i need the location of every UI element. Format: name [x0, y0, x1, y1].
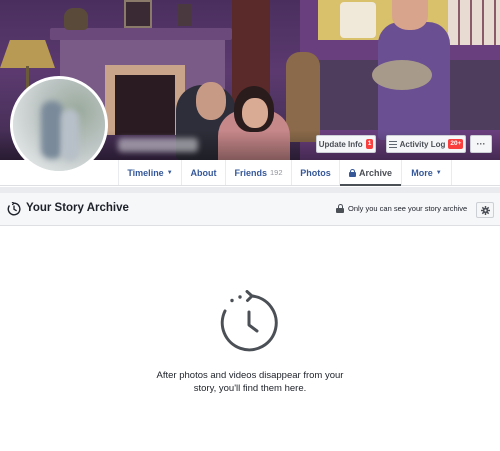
cover-vase	[64, 8, 88, 30]
lock-icon	[336, 204, 344, 213]
cover-poster-figure	[340, 2, 376, 38]
page-title: Your Story Archive	[26, 202, 129, 214]
activity-log-button[interactable]: Activity Log 20+	[386, 135, 466, 153]
update-info-badge: 1	[365, 139, 374, 149]
archive-clock-icon	[220, 290, 278, 352]
friends-count: 192	[270, 168, 283, 177]
tab-archive-label: Archive	[358, 167, 393, 178]
privacy-note: Only you can see your story archive	[336, 204, 467, 213]
story-archive-clock-icon	[7, 202, 21, 216]
lock-icon	[348, 168, 356, 177]
activity-log-label: Activity Log	[399, 139, 446, 149]
cover-lamp	[0, 40, 55, 68]
gear-icon	[480, 205, 490, 215]
tab-archive[interactable]: Archive	[339, 160, 401, 186]
privacy-text: Only you can see your story archive	[348, 204, 468, 213]
list-icon	[388, 140, 397, 148]
cover-frame-small	[178, 4, 192, 26]
empty-state-line-1: After photos and videos disappear from y…	[156, 370, 344, 381]
update-info-label: Update Info	[318, 139, 363, 149]
chevron-down-icon: ▼	[435, 169, 442, 176]
profile-picture-figure-secondary	[61, 109, 79, 161]
tab-about-label: About	[190, 167, 217, 178]
profile-name-blurred[interactable]	[118, 138, 198, 152]
cover-frame	[124, 0, 152, 28]
tab-photos[interactable]: Photos	[291, 160, 339, 185]
cover-cat	[372, 60, 432, 90]
archive-settings-button[interactable]	[476, 202, 494, 218]
tab-more[interactable]: More ▼	[401, 160, 452, 185]
update-info-button[interactable]: Update Info 1	[316, 135, 376, 153]
chevron-down-icon: ▼	[166, 169, 173, 176]
tab-more-label: More	[411, 167, 433, 178]
tab-photos-label: Photos	[300, 167, 331, 178]
empty-state-line-2: story, you'll find them here.	[193, 382, 307, 394]
more-dots-icon: ···	[476, 138, 486, 149]
empty-state-message: After photos and videos disappear from y…	[140, 370, 360, 395]
tab-timeline[interactable]: Timeline ▼	[118, 160, 181, 185]
profile-picture-figure	[41, 101, 63, 159]
cover-person-right-head	[392, 0, 428, 30]
profile-picture[interactable]	[10, 76, 108, 174]
archive-header: Your Story Archive Only you can see your…	[0, 193, 500, 226]
tab-about[interactable]: About	[181, 160, 225, 185]
cover-person-middle-face	[242, 98, 268, 128]
cover-chair	[286, 52, 320, 142]
activity-log-badge: 20+	[448, 139, 464, 149]
cover-firebox-inner	[115, 75, 175, 135]
tab-friends-label: Friends	[234, 167, 267, 178]
tab-timeline-label: Timeline	[127, 167, 164, 178]
tab-friends[interactable]: Friends 192	[225, 160, 291, 185]
more-options-button[interactable]: ···	[470, 135, 492, 153]
cover-wall-photos	[448, 0, 500, 45]
cover-person-left-head	[196, 82, 226, 120]
